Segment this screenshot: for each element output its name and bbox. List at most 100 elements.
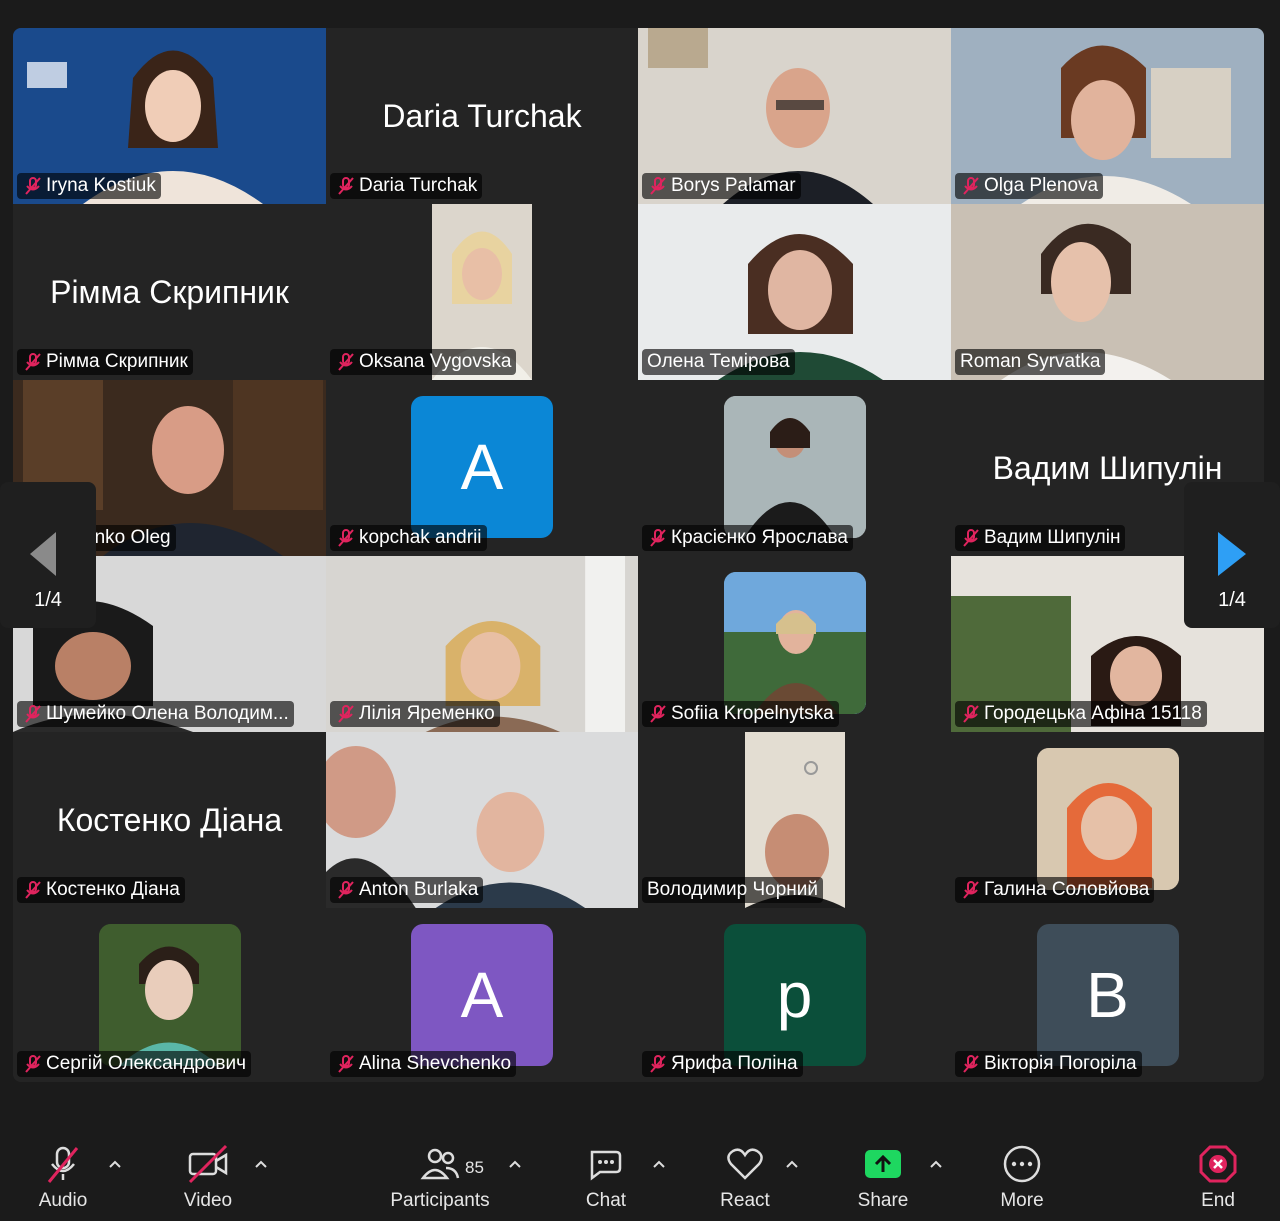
- participant-name-label: Ярифа Поліна: [642, 1051, 803, 1077]
- participant-tile[interactable]: Костенко Діана Костенко Діана: [13, 732, 326, 908]
- react-options-caret-icon[interactable]: [786, 1160, 798, 1168]
- video-options-caret-icon[interactable]: [255, 1160, 267, 1168]
- participant-name-label: Iryna Kostiuk: [17, 173, 161, 199]
- participant-name-label: Вадим Шипулін: [955, 525, 1126, 551]
- mic-muted-icon: [338, 705, 354, 723]
- participant-tile[interactable]: p Ярифа Поліна: [638, 908, 951, 1082]
- video-button[interactable]: Video: [175, 1144, 241, 1212]
- participants-count: 85: [465, 1158, 484, 1177]
- share-button[interactable]: Share: [852, 1144, 914, 1212]
- participant-name-label: kopchak andrii: [330, 525, 487, 551]
- participant-name: Лілія Яременко: [359, 703, 495, 724]
- participant-name: Oksana Vygovska: [359, 351, 512, 372]
- avatar-letter: A: [460, 431, 504, 503]
- end-label: End: [1201, 1190, 1235, 1211]
- more-icon: [1003, 1145, 1041, 1183]
- participant-name-label: Sofiia Kropelnytska: [642, 701, 839, 727]
- audio-label: Audio: [38, 1190, 88, 1211]
- heart-icon: [727, 1148, 763, 1180]
- mic-muted-icon: [650, 1055, 666, 1073]
- participant-tile-active-speaker[interactable]: Олена Темірова: [638, 204, 951, 380]
- more-button[interactable]: More: [990, 1144, 1054, 1212]
- participant-tile[interactable]: Oksana Vygovska: [326, 204, 638, 380]
- participant-tile[interactable]: A kopchak andrii: [326, 380, 638, 556]
- chat-button[interactable]: Chat: [576, 1144, 636, 1212]
- participant-name: Олена Темірова: [647, 351, 790, 372]
- participant-name-label: Костенко Діана: [17, 877, 185, 903]
- participant-name: Borys Palamar: [671, 175, 796, 196]
- participant-name: Olga Plenova: [984, 175, 1099, 196]
- participant-avatar-photo: [98, 924, 241, 1066]
- participant-tile[interactable]: Лілія Яременко: [326, 556, 638, 732]
- avatar-photo: [98, 924, 241, 1066]
- participant-tile[interactable]: Daria Turchak Daria Turchak: [326, 28, 638, 204]
- next-page-button[interactable]: 1/4: [1184, 482, 1280, 628]
- participant-name: Roman Syrvatka: [960, 351, 1101, 372]
- mic-muted-icon: [338, 1055, 354, 1073]
- chat-icon: [590, 1150, 622, 1181]
- audio-button[interactable]: Audio: [30, 1144, 96, 1212]
- participant-tile[interactable]: A Alina Shevchenko: [326, 908, 638, 1082]
- participants-options-caret-icon[interactable]: [509, 1160, 521, 1168]
- mic-muted-icon: [338, 881, 354, 899]
- participant-name: Alina Shevchenko: [359, 1053, 512, 1074]
- participant-avatar: p: [723, 924, 866, 1066]
- share-screen-icon: [865, 1150, 901, 1178]
- participant-tile[interactable]: Красієнко Ярослава: [638, 380, 951, 556]
- participant-tile[interactable]: Sofiia Kropelnytska: [638, 556, 951, 732]
- participant-name: Anton Burlaka: [359, 879, 479, 900]
- react-button[interactable]: React: [714, 1144, 776, 1212]
- participants-button[interactable]: Participants: [380, 1144, 500, 1212]
- participants-label: Participants: [390, 1190, 490, 1211]
- meeting-toolbar: Audio Video Participants 85 Chat React S…: [0, 1124, 1280, 1221]
- mic-muted-icon: [25, 1055, 41, 1073]
- participant-tile[interactable]: Рімма Скрипник Рімма Скрипник: [13, 204, 326, 380]
- participant-tile[interactable]: Roman Syrvatka: [951, 204, 1264, 380]
- mic-muted-icon: [338, 353, 354, 371]
- participant-avatar: A: [411, 924, 553, 1066]
- participant-name-label: Красієнко Ярослава: [642, 525, 853, 551]
- audio-options-caret-icon[interactable]: [109, 1160, 121, 1168]
- video-label: Video: [183, 1190, 233, 1211]
- participant-name: Галина Соловйова: [984, 879, 1150, 900]
- participant-display-name: Daria Turchak: [382, 98, 582, 134]
- participant-tile[interactable]: Borys Palamar: [638, 28, 951, 204]
- mic-muted-icon: [963, 1055, 979, 1073]
- page-indicator: 1/4: [34, 589, 62, 611]
- participant-name-label: Anton Burlaka: [330, 877, 484, 903]
- participant-name-label: Olga Plenova: [955, 173, 1104, 199]
- participant-tile[interactable]: B Вікторія Погоріла: [951, 908, 1264, 1082]
- participant-name-label: Галина Соловйова: [955, 877, 1155, 903]
- prev-page-button[interactable]: 1/4: [0, 482, 96, 628]
- participant-name-label: Рімма Скрипник: [17, 349, 193, 375]
- participant-name: Шумейко Олена Володим...: [46, 703, 289, 724]
- chevron-left-icon: [30, 532, 56, 576]
- participant-tile[interactable]: Olga Plenova: [951, 28, 1264, 204]
- participant-name: Sofiia Kropelnytska: [671, 703, 834, 724]
- participant-name-label: Borys Palamar: [642, 173, 801, 199]
- participant-name-label: Roman Syrvatka: [955, 349, 1106, 375]
- participant-tile[interactable]: Володимир Чорний: [638, 732, 951, 908]
- participant-name: Красієнко Ярослава: [671, 527, 848, 548]
- participant-tile[interactable]: Anton Burlaka: [326, 732, 638, 908]
- participant-name: Володимир Чорний: [647, 879, 819, 900]
- mic-muted-icon: [25, 705, 41, 723]
- mic-muted-icon: [963, 177, 979, 195]
- end-meeting-button[interactable]: End: [1190, 1144, 1246, 1212]
- participant-tile[interactable]: Сергій Олександрович: [13, 908, 326, 1082]
- participant-tile[interactable]: Галина Соловйова: [951, 732, 1264, 908]
- participant-tile[interactable]: Iryna Kostiuk: [13, 28, 326, 204]
- participant-name-label: Шумейко Олена Володим...: [17, 701, 294, 727]
- mic-muted-icon: [963, 881, 979, 899]
- chat-options-caret-icon[interactable]: [653, 1160, 665, 1168]
- mic-muted-icon: [338, 177, 354, 195]
- participant-name-label: Городецька Афіна 15118: [955, 701, 1207, 727]
- avatar-photo: [723, 572, 866, 714]
- participants-icon: [420, 1148, 460, 1180]
- mic-muted-icon: [650, 705, 666, 723]
- participant-name-label: Сергій Олександрович: [17, 1051, 252, 1077]
- participant-name: Костенко Діана: [46, 879, 180, 900]
- share-options-caret-icon[interactable]: [930, 1160, 942, 1168]
- avatar-letter: p: [776, 959, 813, 1031]
- participant-name-label: Daria Turchak: [330, 173, 483, 199]
